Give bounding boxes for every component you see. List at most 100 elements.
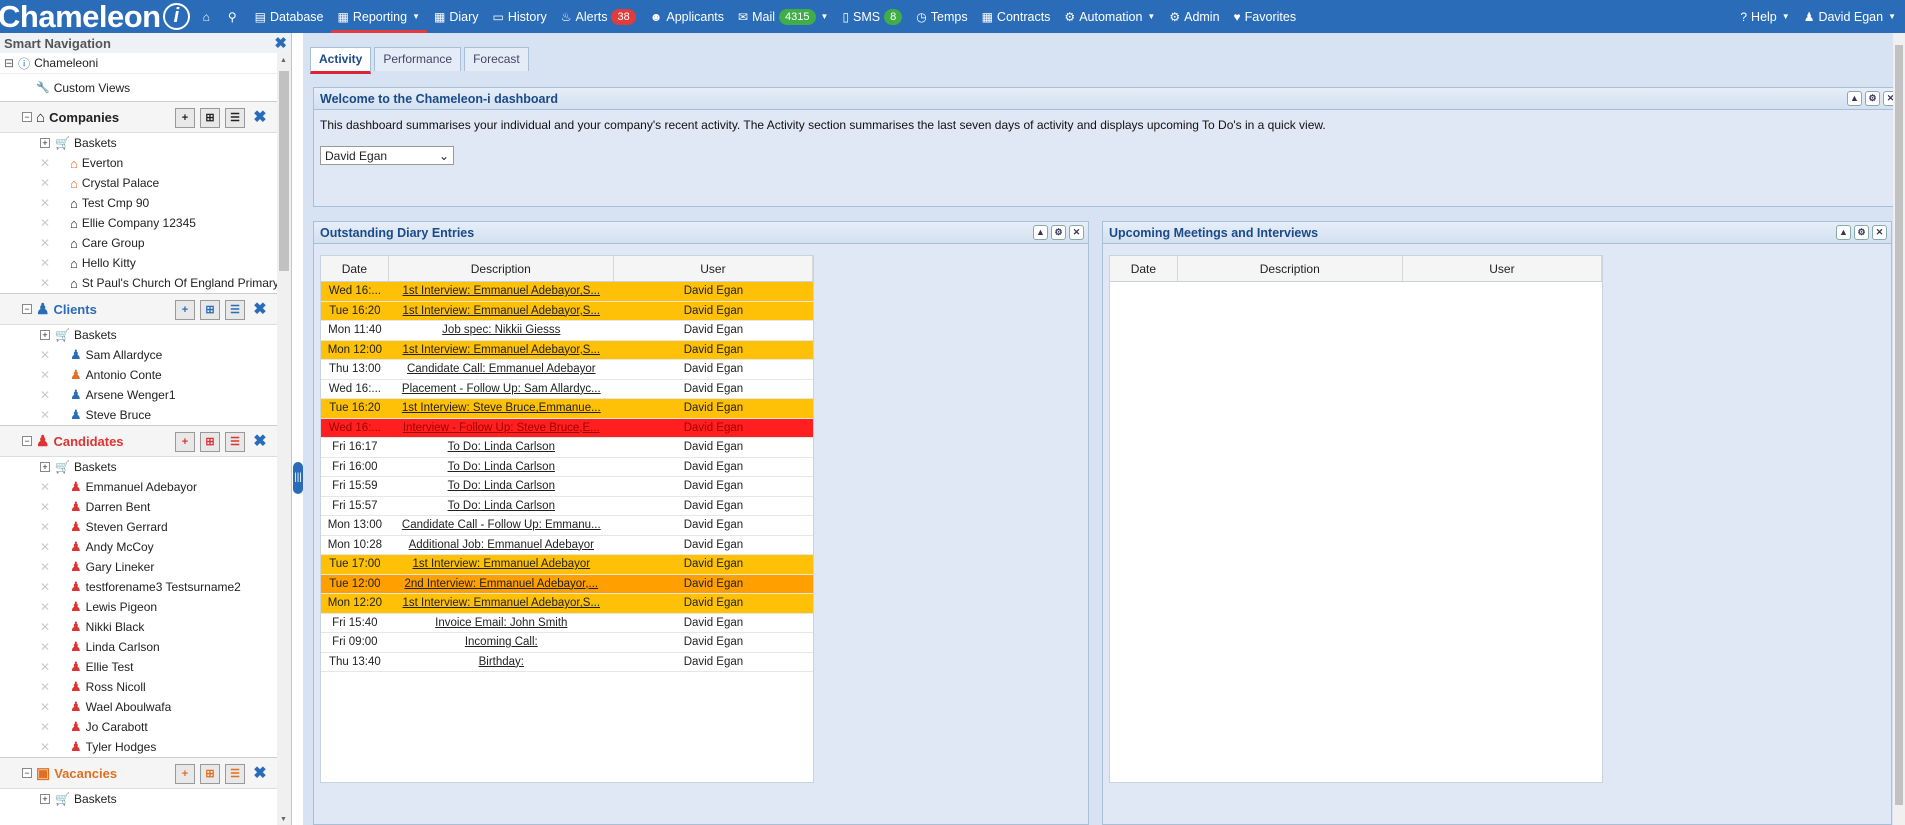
remove-icon[interactable]: ✕ — [40, 176, 50, 190]
remove-icon[interactable]: ✕ — [40, 500, 50, 514]
sidebar-item-companies[interactable]: ✕ ⌂ Everton — [0, 153, 278, 173]
row-description[interactable]: Invoice Email: John Smith — [389, 614, 614, 633]
column-header-description[interactable]: Description — [389, 256, 614, 281]
companies-add-basket-icon[interactable]: ⊞ — [200, 108, 220, 128]
remove-icon[interactable]: ✕ — [40, 700, 50, 714]
vacancies-baskets[interactable]: + 🛒 Baskets — [0, 789, 278, 809]
remove-icon[interactable]: ✕ — [40, 276, 50, 290]
row-description[interactable]: Incoming Call: — [389, 633, 614, 652]
sidebar-item-companies[interactable]: ✕ ⌂ Care Group — [0, 233, 278, 253]
companies-baskets[interactable]: + 🛒 Baskets — [0, 133, 278, 153]
table-row[interactable]: Mon 13:00 Candidate Call - Follow Up: Emm… — [321, 516, 813, 536]
row-description-link[interactable]: Invoice Email: John Smith — [435, 617, 567, 629]
nav-sms[interactable]: ▯ SMS 8 — [835, 0, 909, 33]
nav-applicants[interactable]: ☻ Applicants — [643, 0, 731, 33]
table-row[interactable]: Thu 13:00 Candidate Call: Emmanuel Adebay… — [321, 360, 813, 380]
column-header-user[interactable]: User — [614, 256, 813, 281]
row-description[interactable]: 1st Interview: Emmanuel Adebayor,S... — [389, 594, 614, 613]
table-row[interactable]: Mon 11:40 Job spec: Nikkii Giesss David Eg… — [321, 321, 813, 341]
row-description[interactable]: 2nd Interview: Emmanuel Adebayor,... — [389, 575, 614, 594]
sidebar-item-companies[interactable]: ✕ ⌂ St Paul's Church Of England Primary — [0, 273, 278, 293]
table-row[interactable]: Mon 10:28 Additional Job: Emmanuel Adebay… — [321, 535, 813, 555]
sidebar-item-candidates[interactable]: ✕ ♟ Tyler Hodges — [0, 737, 278, 757]
close-icon[interactable]: ✕ — [1069, 225, 1084, 240]
close-icon[interactable]: ✖ — [250, 108, 270, 128]
sidebar-item-companies[interactable]: ✕ ⌂ Ellie Company 12345 — [0, 213, 278, 233]
section-clients[interactable]: − ♟ Clients + ⊞ ☰ ✖ — [0, 293, 278, 325]
tab-performance[interactable]: Performance — [374, 47, 462, 71]
row-description-link[interactable]: 1st Interview: Emmanuel Adebayor,S... — [403, 305, 601, 317]
row-description-link[interactable]: To Do: Linda Carlson — [448, 500, 555, 512]
collapse-icon[interactable]: ▲ — [1847, 91, 1862, 106]
vacancies-add-icon[interactable]: + — [175, 764, 195, 784]
remove-icon[interactable]: ✕ — [40, 256, 50, 270]
sidebar-item-clients[interactable]: ✕ ♟ Steve Bruce — [0, 405, 278, 425]
remove-icon[interactable]: ✕ — [40, 720, 50, 734]
row-description[interactable]: 1st Interview: Steve Bruce,Emmanue... — [389, 399, 614, 418]
sidebar-item-candidates[interactable]: ✕ ♟ testforename3 Testsurname2 — [0, 577, 278, 597]
sidebar-item-companies[interactable]: ✕ ⌂ Hello Kitty — [0, 253, 278, 273]
row-description[interactable]: To Do: Linda Carlson — [389, 458, 614, 477]
nav-automation[interactable]: ⚙ Automation ▼ — [1057, 0, 1162, 33]
close-icon[interactable]: ✖ — [250, 432, 270, 452]
section-candidates[interactable]: − ♟ Candidates + ⊞ ☰ ✖ — [0, 425, 278, 457]
row-description[interactable]: 1st Interview: Emmanuel Adebayor,S... — [389, 282, 614, 301]
settings-icon[interactable]: ⚙ — [1865, 91, 1880, 106]
row-description[interactable]: To Do: Linda Carlson — [389, 477, 614, 496]
collapse-icon[interactable]: ▲ — [1836, 225, 1851, 240]
row-description-link[interactable]: 1st Interview: Emmanuel Adebayor,S... — [403, 285, 601, 297]
row-description-link[interactable]: Birthday: — [479, 656, 524, 668]
row-description[interactable]: To Do: Linda Carlson — [389, 497, 614, 516]
remove-icon[interactable]: ✕ — [40, 236, 50, 250]
remove-icon[interactable]: ✕ — [40, 640, 50, 654]
nav-admin[interactable]: ⚙ Admin — [1162, 0, 1226, 33]
row-description-link[interactable]: Job spec: Nikkii Giesss — [442, 324, 560, 336]
sidebar-item-candidates[interactable]: ✕ ♟ Emmanuel Adebayor — [0, 477, 278, 497]
table-row[interactable]: Tue 16:20 1st Interview: Steve Bruce,Emma… — [321, 399, 813, 419]
clients-add-icon[interactable]: + — [175, 300, 195, 320]
row-description[interactable]: 1st Interview: Emmanuel Adebayor — [389, 555, 614, 574]
table-row[interactable]: Fri 15:40 Invoice Email: John Smith David … — [321, 613, 813, 633]
user-select[interactable]: David Egan ⌄ — [320, 146, 454, 165]
vacancies-add-basket-icon[interactable]: ⊞ — [200, 764, 220, 784]
table-row[interactable]: Mon 12:00 1st Interview: Emmanuel Adebayo… — [321, 340, 813, 360]
collapse-toggle-icon[interactable]: − — [22, 436, 32, 446]
row-description[interactable]: Candidate Call - Follow Up: Emmanu... — [389, 516, 614, 535]
row-description[interactable]: Placement - Follow Up: Sam Allardyc... — [389, 380, 614, 399]
collapse-toggle-icon[interactable]: ⊟ — [4, 56, 14, 70]
row-description-link[interactable]: Candidate Call - Follow Up: Emmanu... — [402, 519, 601, 531]
table-row[interactable]: Wed 16:... Interview - Follow Up: Steve B… — [321, 418, 813, 438]
candidates-add-basket-icon[interactable]: ⊞ — [200, 432, 220, 452]
nav-reporting[interactable]: ▦ Reporting ▼ — [330, 3, 427, 33]
row-description[interactable]: Birthday: — [389, 653, 614, 672]
nav-mail[interactable]: ✉ Mail 4315 ▼ — [731, 0, 835, 33]
companies-list-icon[interactable]: ☰ — [225, 108, 245, 128]
row-description-link[interactable]: 1st Interview: Steve Bruce,Emmanue... — [402, 402, 601, 414]
row-description-link[interactable]: Placement - Follow Up: Sam Allardyc... — [402, 383, 601, 395]
settings-icon[interactable]: ⚙ — [1051, 225, 1066, 240]
nav-favorites[interactable]: ♥ Favorites — [1227, 0, 1304, 33]
close-icon[interactable]: ✖ — [250, 764, 270, 784]
remove-icon[interactable]: ✕ — [40, 580, 50, 594]
nav-home[interactable]: ⌂ — [196, 0, 221, 33]
remove-icon[interactable]: ✕ — [40, 540, 50, 554]
sidebar-item-candidates[interactable]: ✕ ♟ Wael Aboulwafa — [0, 697, 278, 717]
row-description-link[interactable]: Candidate Call: Emmanuel Adebayor — [407, 363, 596, 375]
sidebar-item-candidates[interactable]: ✕ ♟ Gary Lineker — [0, 557, 278, 577]
collapse-toggle-icon[interactable]: − — [22, 304, 32, 314]
expand-toggle-icon[interactable]: + — [40, 794, 50, 804]
expand-toggle-icon[interactable]: + — [40, 462, 50, 472]
candidates-baskets[interactable]: + 🛒 Baskets — [0, 457, 278, 477]
close-icon[interactable]: ✖ — [250, 300, 270, 320]
row-description[interactable]: To Do: Linda Carlson — [389, 438, 614, 457]
remove-icon[interactable]: ✕ — [40, 156, 50, 170]
sidebar-item-candidates[interactable]: ✕ ♟ Andy McCoy — [0, 537, 278, 557]
expand-toggle-icon[interactable]: + — [40, 330, 50, 340]
table-row[interactable]: Thu 13:40 Birthday: David Egan — [321, 652, 813, 672]
sidebar-item-candidates[interactable]: ✕ ♟ Steven Gerrard — [0, 517, 278, 537]
row-description-link[interactable]: Interview - Follow Up: Steve Bruce,E... — [403, 422, 600, 434]
row-description[interactable]: Interview - Follow Up: Steve Bruce,E... — [389, 419, 614, 438]
row-description-link[interactable]: 1st Interview: Emmanuel Adebayor,S... — [403, 597, 601, 609]
custom-views-item[interactable]: 🔧 Custom Views — [0, 73, 278, 101]
row-description[interactable]: 1st Interview: Emmanuel Adebayor,S... — [389, 341, 614, 360]
